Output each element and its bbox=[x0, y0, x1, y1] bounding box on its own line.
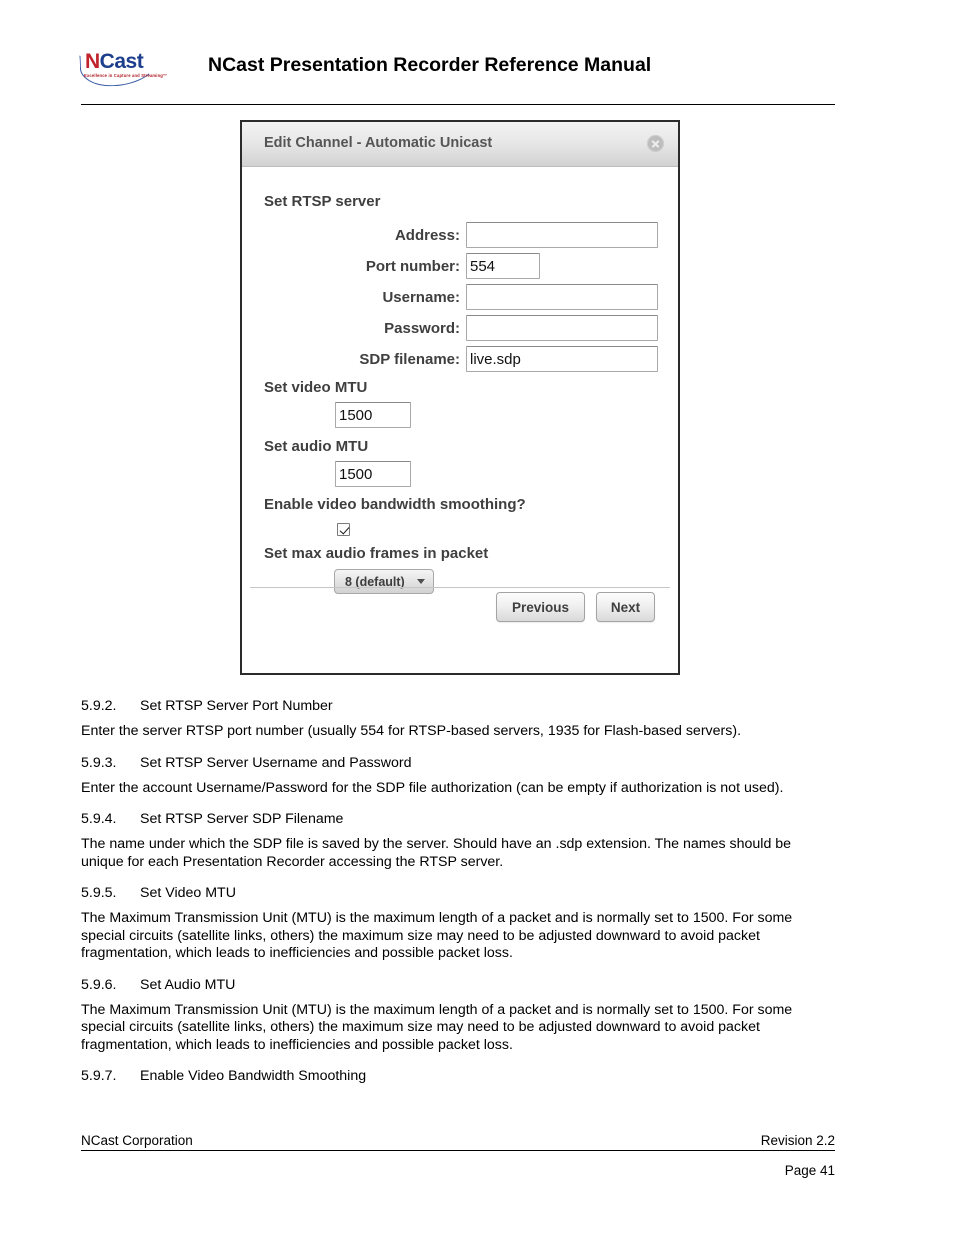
paragraph: The Maximum Transmission Unit (MTU) is t… bbox=[81, 910, 793, 961]
section-heading-text: Set RTSP Server Username and Password bbox=[140, 754, 412, 771]
dialog-title: Edit Channel - Automatic Unicast bbox=[264, 135, 493, 151]
paragraph: The name under which the SDP file is sav… bbox=[81, 836, 792, 870]
close-icon[interactable] bbox=[647, 135, 664, 152]
logo-letter-n: N bbox=[85, 50, 100, 73]
paragraph: Enter the server RTSP port number (usual… bbox=[81, 723, 742, 739]
section-heading: 5.9.3. Set RTSP Server Username and Passw… bbox=[81, 755, 835, 771]
section-heading-bandwidth-smoothing: Enable video bandwidth smoothing? bbox=[264, 496, 526, 513]
paragraph: Enter the account Username/Password for … bbox=[81, 779, 784, 796]
section-heading-text: Set RTSP Server SDP Filename bbox=[140, 811, 344, 827]
username-label: Username: bbox=[382, 288, 460, 306]
address-label: Address: bbox=[394, 226, 460, 244]
section-heading: 5.9.6. Set Audio MTU bbox=[81, 977, 835, 993]
section-heading-text: Set Audio MTU bbox=[140, 976, 236, 993]
section-number: 5.9.3. bbox=[81, 754, 117, 771]
logo-wordmark: NCast bbox=[85, 50, 144, 74]
password-label: Password: bbox=[384, 319, 460, 337]
video-mtu-input[interactable] bbox=[335, 402, 411, 428]
section-heading: 5.9.5. Set Video MTU bbox=[81, 885, 835, 901]
section-heading-text: Enable Video Bandwidth Smoothing bbox=[140, 1068, 367, 1084]
chevron-down-icon bbox=[416, 579, 425, 584]
edit-channel-dialog: Edit Channel - Automatic Unicast Set RTS… bbox=[240, 120, 680, 675]
header-divider bbox=[81, 104, 835, 105]
dialog-body: Set RTSP server Address: Port number: Us… bbox=[242, 167, 678, 632]
section-number: 5.9.7. bbox=[81, 1068, 117, 1084]
previous-button[interactable]: Previous bbox=[496, 592, 585, 622]
document-title: NCast Presentation Recorder Reference Ma… bbox=[208, 54, 652, 76]
section-heading-text: Set Video MTU bbox=[140, 885, 236, 901]
dialog-titlebar: Edit Channel - Automatic Unicast bbox=[242, 122, 678, 167]
sdp-filename-label: SDP filename: bbox=[359, 350, 460, 368]
footer-page-number: Page 41 bbox=[784, 1163, 835, 1178]
section-heading: 5.9.4. Set RTSP Server SDP Filename bbox=[81, 811, 835, 827]
section-heading-video-mtu: Set video MTU bbox=[264, 379, 368, 396]
section-number: 5.9.6. bbox=[81, 976, 117, 993]
port-number-input[interactable] bbox=[466, 253, 540, 279]
field-row-password: Password: bbox=[264, 315, 658, 341]
bandwidth-smoothing-checkbox[interactable] bbox=[337, 523, 350, 536]
field-row-sdp-filename: SDP filename: bbox=[264, 346, 658, 372]
footer-revision: Revision 2.2 bbox=[760, 1133, 835, 1148]
ncast-logo: NCast Excellence in Capture and Streamin… bbox=[79, 48, 167, 88]
password-input[interactable] bbox=[466, 315, 658, 341]
sdp-filename-input[interactable] bbox=[466, 346, 658, 372]
field-row-port-number: Port number: bbox=[264, 253, 658, 279]
checkbox-check-icon bbox=[337, 523, 350, 536]
page-footer: NCast Corporation Revision 2.2 Page 41 bbox=[81, 1133, 835, 1178]
field-row-username: Username: bbox=[264, 284, 658, 310]
logo-tagline: Excellence in Capture and Streaming™ bbox=[84, 73, 168, 78]
audio-mtu-input[interactable] bbox=[335, 461, 411, 487]
section-heading: 5.9.7. Enable Video Bandwidth Smoothing bbox=[81, 1068, 835, 1084]
section-heading-max-audio-frames: Set max audio frames in packet bbox=[264, 545, 489, 562]
section-number: 5.9.4. bbox=[81, 811, 117, 827]
section-heading-rtsp-server: Set RTSP server bbox=[264, 193, 381, 210]
section-heading-text: Set RTSP Server Port Number bbox=[140, 698, 333, 714]
field-row-address: Address: bbox=[264, 222, 658, 248]
footer-row: NCast Corporation Revision 2.2 bbox=[81, 1133, 835, 1151]
next-button[interactable]: Next bbox=[596, 592, 655, 622]
paragraph: The Maximum Transmission Unit (MTU) is t… bbox=[81, 1001, 793, 1053]
section-number: 5.9.2. bbox=[81, 698, 117, 714]
footer-company: NCast Corporation bbox=[81, 1133, 193, 1148]
logo-letters-cast: Cast bbox=[99, 50, 144, 73]
username-input[interactable] bbox=[466, 284, 658, 310]
document-content: 5.9.2. Set RTSP Server Port Number Enter t… bbox=[81, 698, 835, 1093]
document-page: NCast Excellence in Capture and Streamin… bbox=[0, 0, 954, 1235]
dialog-footer: Previous Next bbox=[242, 588, 678, 673]
address-input[interactable] bbox=[466, 222, 658, 248]
section-heading: 5.9.2. Set RTSP Server Port Number bbox=[81, 698, 835, 714]
section-heading-audio-mtu: Set audio MTU bbox=[264, 438, 369, 455]
section-number: 5.9.5. bbox=[81, 885, 117, 901]
port-number-label: Port number: bbox=[365, 257, 460, 275]
page-header: NCast Excellence in Capture and Streamin… bbox=[79, 42, 835, 97]
